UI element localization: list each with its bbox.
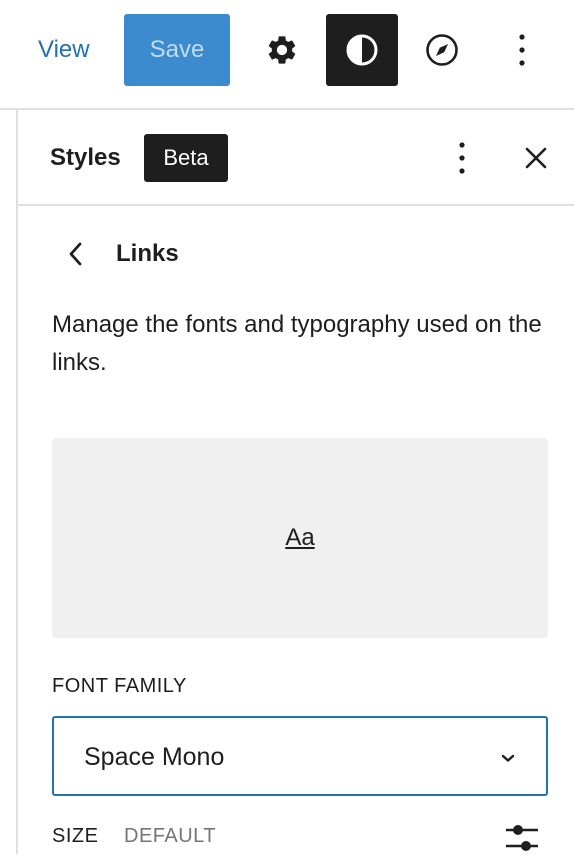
font-family-value: Space Mono (84, 743, 225, 771)
panel-description: Manage the fonts and typography used on … (52, 311, 542, 376)
beta-badge: Beta (144, 134, 228, 182)
options-menu-button[interactable] (486, 14, 558, 86)
gear-icon (268, 36, 296, 64)
half-circle-contrast-icon (346, 34, 378, 66)
styles-toggle-button[interactable] (326, 14, 398, 86)
vertical-ellipsis-icon (519, 34, 525, 66)
styles-sidebar: Styles Beta Links Manage the fonts and t… (16, 110, 574, 854)
close-icon (525, 147, 547, 169)
chevron-left-icon (69, 242, 82, 266)
browse-button[interactable] (406, 14, 478, 86)
sliders-icon (506, 825, 538, 851)
navigator-title: Links (116, 240, 179, 267)
navigator-header: Links (50, 234, 550, 274)
compass-icon (426, 34, 458, 66)
chevron-down-icon (501, 754, 515, 762)
typography-preview: Aa (52, 438, 548, 638)
close-panel-button[interactable] (516, 138, 556, 178)
preview-text: Aa (285, 524, 315, 551)
panel-header: Styles Beta (18, 110, 574, 206)
save-button[interactable]: Save (124, 14, 230, 86)
panel-more-button[interactable] (442, 136, 482, 180)
settings-button[interactable] (246, 14, 318, 86)
panel-title: Styles (50, 144, 121, 171)
size-options-button[interactable] (504, 822, 540, 854)
font-family-label: FONT FAMILY (52, 675, 187, 697)
back-button[interactable] (60, 236, 92, 272)
vertical-ellipsis-icon (459, 142, 465, 174)
view-link[interactable]: View (38, 34, 90, 66)
size-label: SIZE (52, 825, 99, 847)
editor-toolbar: View Save (0, 0, 574, 110)
font-family-select[interactable]: Space Mono (52, 716, 548, 796)
size-default-value: DEFAULT (124, 825, 217, 847)
font-size-row: SIZE DEFAULT (52, 822, 552, 854)
